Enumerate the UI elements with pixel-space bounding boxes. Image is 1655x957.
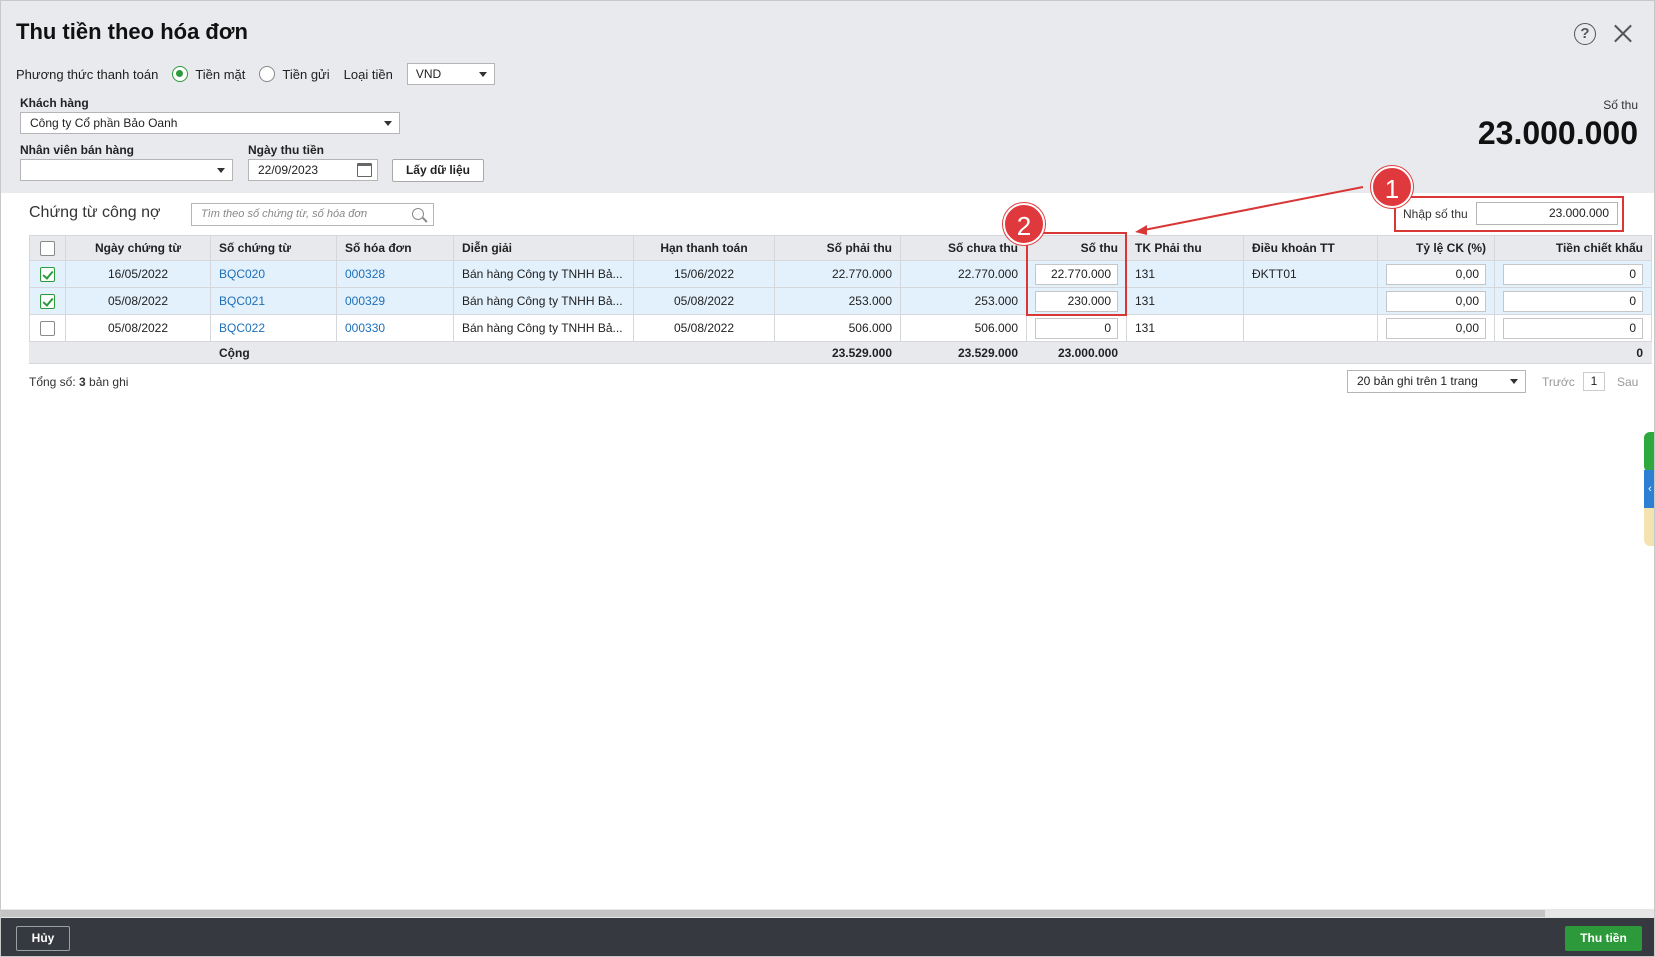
cancel-button[interactable]: Hủy bbox=[16, 926, 70, 951]
collect-payment-button[interactable]: Thu tiền bbox=[1565, 926, 1642, 951]
cell-receivable: 506.000 bbox=[774, 314, 901, 342]
cell-amount: 0 bbox=[1026, 314, 1127, 342]
total-empty bbox=[633, 341, 775, 364]
total-empty bbox=[29, 341, 66, 364]
total-label: Cộng bbox=[210, 341, 337, 364]
record-count: Tổng số: 3 bản ghi bbox=[29, 375, 128, 389]
current-page[interactable]: 1 bbox=[1583, 372, 1605, 391]
prev-page-button[interactable]: Trước bbox=[1542, 375, 1575, 389]
table-total-row: Cộng 23.529.000 23.529.000 23.000.000 0 bbox=[29, 341, 1652, 364]
annotation-badge-1: 1 bbox=[1371, 166, 1413, 208]
page-size-value: 20 bản ghi trên 1 trang bbox=[1357, 374, 1478, 388]
cell-unpaid: 506.000 bbox=[900, 314, 1027, 342]
arrow-head bbox=[1135, 225, 1147, 235]
horizontal-scrollbar[interactable] bbox=[1, 909, 1654, 918]
total-empty bbox=[336, 341, 454, 364]
cell-description: Bán hàng Công ty TNHH Bả... bbox=[453, 314, 634, 342]
arrow-line bbox=[1143, 186, 1364, 231]
total-discount: 0 bbox=[1494, 341, 1652, 364]
total-empty bbox=[1126, 341, 1244, 364]
annotation-arrow bbox=[1135, 186, 1364, 235]
record-count-suffix: bản ghi bbox=[85, 375, 129, 389]
cell-discount: 0 bbox=[1494, 314, 1652, 342]
cell-date: 05/08/2022 bbox=[65, 314, 211, 342]
total-empty bbox=[453, 341, 634, 364]
chevron-left-icon[interactable]: ‹ bbox=[1644, 470, 1654, 508]
record-count-number: 3 bbox=[79, 375, 86, 389]
next-page-button[interactable]: Sau bbox=[1617, 375, 1638, 389]
row-checkbox-cell[interactable] bbox=[29, 314, 66, 342]
chevron-down-icon bbox=[1510, 379, 1518, 384]
total-empty bbox=[1377, 341, 1495, 364]
total-unpaid: 23.529.000 bbox=[900, 341, 1027, 364]
total-amount: 23.000.000 bbox=[1026, 341, 1127, 364]
record-count-prefix: Tổng số: bbox=[29, 375, 80, 389]
scrollbar-thumb[interactable] bbox=[1, 910, 1545, 917]
cell-account: 131 bbox=[1126, 314, 1244, 342]
voucher-link[interactable]: BQC022 bbox=[210, 314, 337, 342]
total-receivable: 23.529.000 bbox=[774, 341, 901, 364]
page-size-select[interactable]: 20 bản ghi trên 1 trang bbox=[1347, 370, 1526, 393]
cell-terms bbox=[1243, 314, 1378, 342]
total-empty bbox=[65, 341, 211, 364]
total-empty bbox=[1243, 341, 1378, 364]
invoice-link[interactable]: 000330 bbox=[336, 314, 454, 342]
cell-due-date: 05/08/2022 bbox=[633, 314, 775, 342]
amount-cell-input[interactable]: 0 bbox=[1035, 317, 1118, 339]
table-row[interactable]: 05/08/2022 BQC022 000330 Bán hàng Công t… bbox=[29, 314, 1652, 342]
annotation-badge-2: 2 bbox=[1003, 203, 1045, 245]
dialog-window: Thu tiền theo hóa đơn ? Phương thức than… bbox=[0, 0, 1655, 957]
row-checkbox[interactable] bbox=[40, 320, 55, 336]
rate-cell-input[interactable]: 0,00 bbox=[1386, 317, 1486, 339]
action-bar: Hủy Thu tiền bbox=[1, 918, 1654, 956]
side-panel-tab-green[interactable] bbox=[1644, 432, 1654, 472]
cell-rate: 0,00 bbox=[1377, 314, 1495, 342]
discount-cell-input[interactable]: 0 bbox=[1503, 317, 1643, 339]
side-panel-tab-yellow[interactable] bbox=[1644, 508, 1654, 546]
